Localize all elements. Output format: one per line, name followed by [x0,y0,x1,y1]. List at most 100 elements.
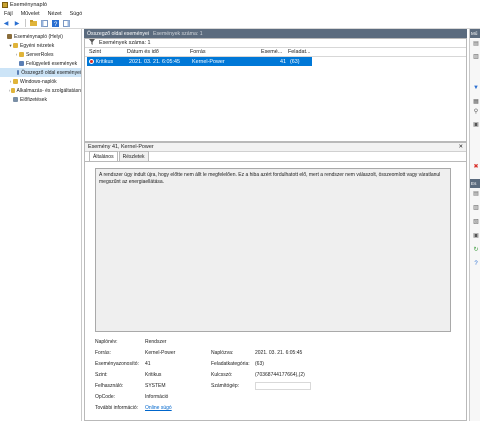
subscriptions-icon [13,97,18,102]
menu-file[interactable]: Fájl [4,11,13,17]
tree-item[interactable]: › Alkalmazás- és szolgáltatásn [0,86,81,95]
help-icon[interactable]: ? [52,19,60,27]
tree-item-label: Előfizetések [20,96,47,103]
event-properties-icon[interactable]: ▤ [473,191,479,197]
console-tree: Eseménynapló (Helyi) ▾ Egyéni nézetek › Serv… [0,29,82,421]
find-icon[interactable]: ⚲ [473,109,479,115]
tree-item[interactable]: › ServerRoles [0,50,81,59]
tree-item-label: ServerRoles [26,51,54,58]
delete-icon[interactable]: ✖ [473,164,479,170]
column-task[interactable]: Feladat... [288,49,310,55]
tab-details[interactable]: Részletek [118,151,149,161]
tree-item-label: Windows-naplók [20,78,57,85]
folder-icon [13,43,18,48]
refresh-icon[interactable]: ↻ [473,247,479,253]
tree-item[interactable]: › Windows-naplók [0,77,81,86]
filter-icon[interactable]: ▼ [473,85,479,91]
tree-item-label: Alkalmazás- és szolgáltatásn [16,87,81,94]
menu-help[interactable]: Súgó [70,11,83,17]
filter-icon [19,61,24,66]
open-icon[interactable]: ▤ [473,41,479,47]
level-value: Kritikus [145,372,162,378]
task-category-label: Feladatkategória: [211,361,250,367]
forward-arrow-icon[interactable]: ▶ [13,19,21,27]
level-label: Szint: [95,372,108,378]
user-value: SYSTEM [145,383,166,389]
filter-icon[interactable] [89,39,95,47]
row-source: Kernel-Power [192,58,225,65]
help-icon[interactable]: ? [473,261,479,267]
event-id-value: 41 [145,361,151,367]
events-header-title: Összegző oldal eseményei [87,30,149,37]
tree-item[interactable]: Előfizetések [0,95,81,104]
tree-item-label: Felügyeleti események [26,60,78,67]
event-viewer-app-icon [2,1,8,8]
event-viewer-icon [7,34,12,39]
tree-item[interactable]: ▾ Egyéni nézetek [0,41,81,50]
row-task: (63) [290,58,300,65]
console-tree-icon[interactable] [41,19,49,27]
critical-icon [89,59,94,64]
events-header-bar: Összegző oldal eseményei Események száma… [84,29,467,38]
event-actions-header-label: Es [471,181,477,186]
tree-item-label: Eseménynapló (Helyi) [14,33,63,40]
detail-tabs: Általános Részletek [85,151,466,162]
row-event-id: 41 [280,58,286,65]
action-pane-icon[interactable] [63,19,71,27]
save-icon[interactable]: ▣ [473,122,479,128]
tree-item[interactable]: Összegző oldal eseményei [0,68,81,77]
menu-view[interactable]: Nézet [48,11,62,17]
folder-up-icon[interactable] [30,19,38,27]
log-name-value: Rendszer [145,339,167,345]
events-count-bar: Események száma: 1 [85,39,466,48]
column-event-id[interactable]: Esemé... [261,49,288,55]
column-source[interactable]: Forrás [190,49,261,55]
title-bar: Eseménynapló [0,0,480,9]
attach-task-icon[interactable]: ▥ [473,205,479,211]
task-category-value: (63) [255,361,264,367]
computer-label: Számítógép: [211,383,240,389]
menu-action[interactable]: Művelet [21,11,40,17]
opcode-label: OpCode: [95,394,116,400]
tree-item-label: Egyéni nézetek [20,42,55,49]
event-actions-header: Es [470,179,480,188]
event-message-box[interactable]: A rendszer úgy indult újra, hogy előtte … [95,168,451,332]
toolbar: ◀ ▶ ? [0,18,480,29]
tree-item[interactable]: Eseménynapló (Helyi) [0,32,81,41]
toolbar-divider [25,19,26,27]
detail-title: Esemény 41, Kernel-Power [88,144,154,150]
events-count-label: Események száma: 1 [99,40,151,46]
source-value: Kernel-Power [145,350,176,356]
folder-icon [19,52,24,57]
tree-item[interactable]: Felügyeleti események [0,59,81,68]
column-datetime[interactable]: Dátum és idő [127,49,190,55]
user-label: Felhasználó: [95,383,124,389]
more-info-label: További információ: [95,405,139,411]
event-id-label: Eseményazonosító: [95,361,139,367]
table-row[interactable]: Kritikus 2021. 03. 21. 6:05:45 Kernel-Po… [87,57,312,66]
properties-icon[interactable]: ▦ [473,99,479,105]
folder-icon [13,79,18,84]
copy-icon[interactable]: ▧ [473,219,479,225]
column-level[interactable]: Szint [85,49,127,55]
close-icon[interactable]: ✕ [458,144,463,150]
tab-general[interactable]: Általános [89,151,118,161]
source-label: Forrás: [95,350,111,356]
save-selected-icon[interactable]: ▣ [473,233,479,239]
events-panel: Események száma: 1 Szint Dátum és idő Fo… [84,38,467,142]
events-column-header: Szint Dátum és idő Forrás Esemé... Felad… [85,48,466,57]
keywords-value: (70368744177664),(2) [255,372,305,378]
create-view-icon[interactable]: ▥ [473,54,479,60]
tree-item-label: Összegző oldal eseményei [21,69,81,76]
back-arrow-icon[interactable]: ◀ [2,19,10,27]
log-name-label: Naplónév: [95,339,118,345]
event-detail-panel: Esemény 41, Kernel-Power ✕ Általános Rés… [84,142,467,421]
logged-label: Naplózva: [211,350,234,356]
online-help-link[interactable]: Online súgó [145,405,172,411]
computer-value-field[interactable] [255,382,311,390]
row-level-cell: Kritikus [87,59,129,65]
actions-pane: Mű ▤ ▥ ▼ ▦ ⚲ ▣ Es ✖ ▤ ▥ ▧ ▣ ↻ ? [469,29,480,421]
logged-value: 2021. 03. 21. 6:05:45 [255,350,303,356]
keywords-label: Kulcsszó: [211,372,233,378]
row-datetime: 2021. 03. 21. 6:05:45 [129,58,180,65]
